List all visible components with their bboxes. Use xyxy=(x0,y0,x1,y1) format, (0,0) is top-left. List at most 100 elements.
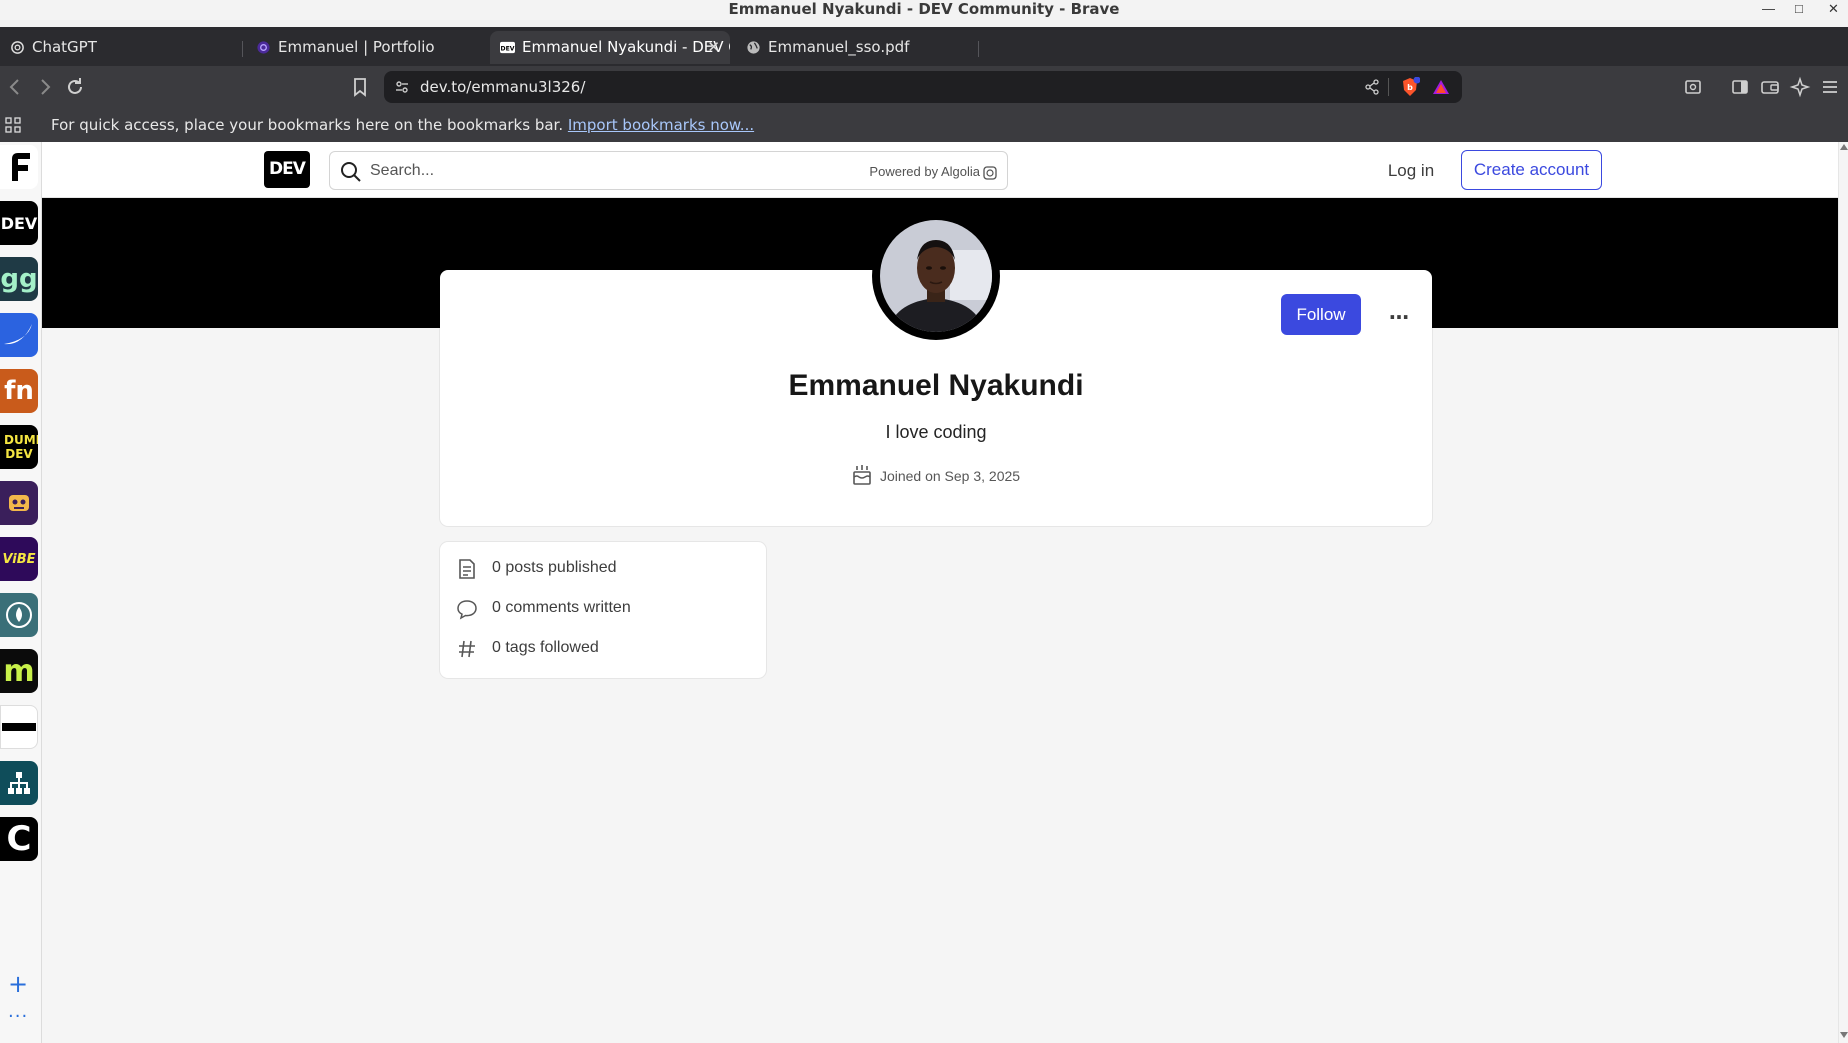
sidebar-item-robot[interactable] xyxy=(0,481,38,525)
tab-label: ChatGPT xyxy=(32,38,97,56)
joined-date: Joined on Sep 3, 2025 xyxy=(440,464,1432,486)
svg-text:b: b xyxy=(1407,83,1413,92)
joined-text: Joined on Sep 3, 2025 xyxy=(879,468,1021,484)
maximize-button[interactable]: □ xyxy=(1795,0,1803,18)
dev-icon: DEV xyxy=(0,213,38,233)
brave-rewards-icon[interactable] xyxy=(1432,79,1450,95)
tab-portfolio[interactable]: Emmanuel | Portfolio xyxy=(246,31,486,64)
bookmark-icon[interactable] xyxy=(348,75,372,99)
stat-label: 0 tags followed xyxy=(492,639,599,656)
vibe-icon: ViBE xyxy=(2,551,36,567)
dev-logo[interactable]: DEV xyxy=(264,151,310,188)
create-account-button[interactable]: Create account xyxy=(1461,150,1602,190)
gg-icon: gg xyxy=(0,264,38,294)
add-site-button[interactable]: + xyxy=(8,972,28,996)
bookmarks-hint-text: For quick access, place your bookmarks h… xyxy=(51,116,564,134)
login-link[interactable]: Log in xyxy=(1379,151,1443,190)
import-bookmarks-link[interactable]: Import bookmarks now... xyxy=(568,116,754,134)
tab-dev-profile[interactable]: DEV Emmanuel Nyakundi - DEV Community ✕ xyxy=(490,31,730,64)
apps-grid-icon[interactable] xyxy=(5,117,21,133)
sidebar-item-gg[interactable]: gg xyxy=(0,257,38,301)
sidebar-item-drop[interactable] xyxy=(0,593,38,637)
sidebar-item-bar[interactable] xyxy=(0,705,38,749)
sidebar-more-button[interactable]: ··· xyxy=(8,1008,28,1026)
web-page: DEV Powered by Algolia Log in Create acc… xyxy=(42,142,1838,1043)
tab-divider xyxy=(242,41,243,57)
swoosh-icon xyxy=(4,324,32,345)
minimize-button[interactable]: — xyxy=(1762,0,1775,18)
search-input[interactable] xyxy=(370,156,810,185)
svg-text:DEV: DEV xyxy=(501,45,515,52)
reload-icon[interactable] xyxy=(63,75,87,99)
stat-label: 0 posts published xyxy=(492,559,617,576)
pinned-sites-sidebar: DEV gg fn DUMB DEV ViBE m C + ··· xyxy=(0,142,42,1043)
c-icon: C xyxy=(6,819,32,859)
share-icon[interactable] xyxy=(1364,79,1380,95)
urlbar-divider xyxy=(1388,78,1389,96)
follow-button[interactable]: Follow xyxy=(1281,294,1361,335)
stat-label: 0 comments written xyxy=(492,599,631,616)
site-header: DEV Powered by Algolia Log in Create acc… xyxy=(42,142,1838,198)
bookmarks-hint: For quick access, place your bookmarks h… xyxy=(51,108,754,142)
robot-icon xyxy=(9,495,29,511)
dumb-dev-icon: DUMB DEV xyxy=(4,433,38,461)
bookmarks-bar: For quick access, place your bookmarks h… xyxy=(0,108,1848,142)
sidebar-toggle-icon[interactable] xyxy=(1728,75,1752,99)
profile-stats-card: 0 posts published 0 comments written 0 t… xyxy=(440,542,766,678)
tab-label: Emmanuel_sso.pdf xyxy=(768,38,910,56)
sidebar-item-swoosh[interactable] xyxy=(0,313,38,357)
address-bar[interactable]: dev.to/emmanu3l326/ b xyxy=(384,71,1462,103)
sidebar-item-dev[interactable]: DEV xyxy=(0,201,38,245)
fm-icon: fn xyxy=(4,376,34,406)
window-titlebar: Emmanuel Nyakundi - DEV Community - Brav… xyxy=(0,0,1848,27)
scroll-up-icon[interactable] xyxy=(1840,144,1848,150)
profile-name: Emmanuel Nyakundi xyxy=(788,369,1084,402)
sidebar-item-tree[interactable] xyxy=(0,761,38,805)
comment-icon xyxy=(457,600,477,620)
cake-icon xyxy=(853,465,871,485)
tab-divider xyxy=(978,41,979,57)
avatar xyxy=(872,212,1000,340)
forward-icon[interactable] xyxy=(33,75,57,99)
more-options-button[interactable]: … xyxy=(1379,294,1419,335)
stat-tags: 0 tags followed xyxy=(456,636,746,660)
wallet-icon[interactable] xyxy=(1758,75,1782,99)
tab-label: Emmanuel | Portfolio xyxy=(278,38,435,56)
tab-label: Emmanuel Nyakundi - DEV Community xyxy=(522,38,730,56)
menu-icon[interactable] xyxy=(1818,75,1842,99)
site-settings-icon[interactable] xyxy=(394,79,410,95)
profile-bio: I love coding xyxy=(885,422,987,442)
chatgpt-icon xyxy=(11,41,24,54)
scroll-down-icon[interactable] xyxy=(1840,1032,1848,1038)
back-icon[interactable] xyxy=(3,75,27,99)
sidebar-item-c[interactable]: C xyxy=(0,817,38,861)
hash-icon xyxy=(459,640,475,658)
leo-ai-icon[interactable] xyxy=(1788,75,1812,99)
tab-chatgpt[interactable]: ChatGPT xyxy=(0,31,240,64)
tab-pdf[interactable]: Emmanuel_sso.pdf xyxy=(736,31,976,64)
globe-icon xyxy=(747,41,760,54)
close-window-button[interactable]: ✕ xyxy=(1828,0,1839,18)
sitemap-icon xyxy=(8,772,30,794)
bar-icon xyxy=(2,723,36,731)
m-icon: m xyxy=(3,653,35,689)
algolia-attribution[interactable]: Powered by Algolia xyxy=(869,152,997,191)
sidebar-item-m[interactable]: m xyxy=(0,649,38,693)
stat-posts: 0 posts published xyxy=(456,556,746,580)
dev-icon: DEV xyxy=(500,41,515,54)
tab-strip: ChatGPT Emmanuel | Portfolio DEV Emmanue… xyxy=(0,27,1848,84)
sidebar-item-fm[interactable]: fn xyxy=(0,369,38,413)
brave-shields-icon[interactable]: b xyxy=(1400,77,1420,97)
page-scrollbar[interactable] xyxy=(1838,142,1848,1043)
search-icon xyxy=(341,162,361,182)
reader-mode-icon[interactable] xyxy=(1681,75,1705,99)
browser-toolbar: dev.to/emmanu3l326/ b xyxy=(0,66,1848,108)
window-title: Emmanuel Nyakundi - DEV Community - Brav… xyxy=(728,0,1120,18)
search-box[interactable]: Powered by Algolia xyxy=(329,151,1008,190)
profile-photo xyxy=(880,220,992,332)
sidebar-item-vibe[interactable]: ViBE xyxy=(0,537,38,581)
tab-close-button[interactable]: ✕ xyxy=(707,31,720,64)
sidebar-item-forem[interactable] xyxy=(0,145,38,189)
algolia-icon xyxy=(983,165,997,180)
sidebar-item-dumb-dev[interactable]: DUMB DEV xyxy=(0,425,38,469)
